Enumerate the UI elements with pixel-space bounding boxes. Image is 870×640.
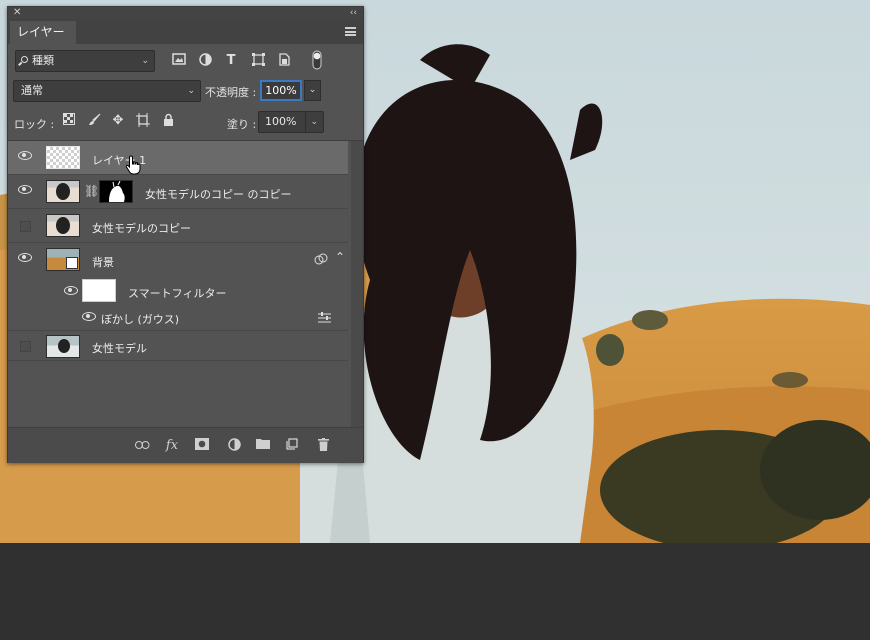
lock-paint-icon[interactable] bbox=[86, 113, 102, 129]
tab-layers[interactable]: レイヤー bbox=[10, 21, 76, 44]
workspace-background bbox=[0, 543, 870, 640]
blend-mode-value: 通常 bbox=[21, 84, 43, 97]
panel-footer: fx bbox=[8, 427, 363, 463]
visibility-toggle[interactable] bbox=[82, 312, 96, 326]
visibility-toggle[interactable] bbox=[18, 151, 32, 165]
delete-icon[interactable] bbox=[315, 438, 331, 454]
layer-name[interactable]: 女性モデルのコピー のコピー bbox=[145, 186, 292, 202]
fill-label: 塗り : bbox=[227, 118, 257, 131]
blend-mode-dropdown[interactable]: 通常 ⌄ bbox=[13, 80, 201, 102]
visibility-toggle[interactable] bbox=[18, 185, 32, 199]
layer-row[interactable]: ⛓ 女性モデルのコピー のコピー bbox=[8, 175, 348, 209]
eye-icon bbox=[18, 185, 32, 194]
panel-menu-icon[interactable] bbox=[345, 27, 356, 36]
visibility-toggle[interactable] bbox=[20, 221, 31, 232]
chevron-down-icon: ⌄ bbox=[187, 86, 195, 96]
fill-input[interactable]: 100% ⌄ bbox=[258, 111, 324, 133]
shape-filter-icon[interactable] bbox=[250, 53, 266, 69]
layer-thumbnail bbox=[46, 248, 80, 271]
panel-titlebar[interactable]: ✕ ‹‹ bbox=[8, 7, 363, 19]
filter-options-icon[interactable] bbox=[318, 312, 331, 326]
layer-name[interactable]: ぼかし (ガウス) bbox=[101, 311, 179, 327]
add-mask-icon[interactable] bbox=[194, 438, 210, 454]
layer-row[interactable]: 女性モデルのコピー bbox=[8, 209, 348, 243]
visibility-toggle[interactable] bbox=[18, 253, 32, 267]
smart-filter-icon[interactable] bbox=[314, 252, 328, 269]
layer-row[interactable]: 背景 ⌃ bbox=[8, 243, 348, 277]
chevron-up-icon[interactable]: ⌃ bbox=[335, 250, 345, 264]
layer-name[interactable]: 背景 bbox=[92, 254, 114, 270]
lock-label: ロック : bbox=[14, 118, 55, 131]
layer-row[interactable]: レイヤー 1 bbox=[8, 141, 348, 175]
opacity-slider-button[interactable]: ⌄ bbox=[304, 80, 321, 101]
fill-value: 100% bbox=[265, 115, 297, 128]
layer-name[interactable]: 女性モデル bbox=[92, 340, 147, 356]
layer-thumbnail bbox=[46, 214, 80, 237]
collapse-icon[interactable]: ‹‹ bbox=[350, 7, 357, 19]
layer-name[interactable]: 女性モデルのコピー bbox=[92, 220, 191, 236]
new-layer-icon[interactable] bbox=[284, 438, 300, 454]
layer-row[interactable]: 女性モデル bbox=[8, 331, 348, 361]
panel-tabbar: レイヤー bbox=[8, 19, 363, 44]
eye-icon bbox=[82, 312, 96, 321]
lock-transparent-icon[interactable] bbox=[61, 113, 77, 129]
adjustment-filter-icon[interactable] bbox=[197, 53, 213, 69]
smart-filter-row[interactable]: スマートフィルター bbox=[8, 277, 348, 307]
lock-all-icon[interactable] bbox=[160, 113, 176, 129]
visibility-toggle[interactable] bbox=[20, 341, 31, 352]
new-group-icon[interactable] bbox=[255, 438, 271, 454]
smart-object-badge-icon bbox=[66, 257, 78, 269]
hand-cursor-icon bbox=[125, 155, 143, 175]
opacity-label: 不透明度 : bbox=[205, 86, 257, 99]
layer-name[interactable]: スマートフィルター bbox=[128, 285, 226, 301]
filter-toggle-icon[interactable] bbox=[310, 50, 324, 72]
text-filter-icon[interactable]: T bbox=[223, 53, 239, 69]
filter-row[interactable]: ぼかし (ガウス) bbox=[8, 307, 348, 331]
layer-filter-dropdown[interactable]: 種類 ⌄ bbox=[15, 50, 155, 72]
chevron-down-icon: ⌄ bbox=[305, 112, 318, 132]
layer-mask-thumbnail[interactable] bbox=[99, 180, 133, 203]
opacity-input[interactable]: 100% bbox=[260, 80, 302, 101]
layer-thumbnail bbox=[46, 335, 80, 358]
lock-artboard-icon[interactable] bbox=[135, 113, 151, 129]
chevron-down-icon: ⌄ bbox=[141, 56, 149, 66]
fx-icon[interactable]: fx bbox=[164, 438, 180, 454]
layers-panel[interactable]: ✕ ‹‹ レイヤー 種類 ⌄ T 通常 ⌄ 不透明度 : 100% ⌄ ロック … bbox=[7, 6, 364, 463]
search-icon bbox=[21, 56, 28, 63]
layer-thumbnail bbox=[46, 180, 80, 203]
layer-filter-value: 種類 bbox=[32, 54, 54, 67]
eye-icon bbox=[18, 151, 32, 160]
layer-thumbnail bbox=[46, 146, 80, 169]
link-layers-icon[interactable] bbox=[134, 438, 150, 454]
visibility-toggle[interactable] bbox=[64, 286, 78, 300]
close-icon[interactable]: ✕ bbox=[13, 7, 21, 19]
lock-position-icon[interactable]: ✥ bbox=[110, 113, 126, 129]
eye-icon bbox=[64, 286, 78, 295]
smart-object-filter-icon[interactable] bbox=[276, 53, 292, 69]
image-filter-icon[interactable] bbox=[171, 53, 187, 69]
filter-mask-thumbnail[interactable] bbox=[82, 279, 116, 302]
scrollbar[interactable] bbox=[351, 141, 363, 427]
link-icon[interactable]: ⛓ bbox=[84, 184, 99, 198]
adjustment-layer-icon[interactable] bbox=[226, 438, 242, 454]
eye-icon bbox=[18, 253, 32, 262]
